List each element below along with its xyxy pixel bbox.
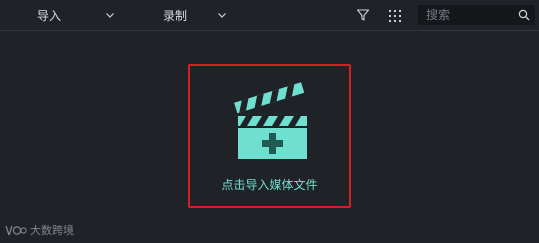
watermark: 大数跨境 <box>5 222 74 238</box>
dropzone-label: 点击导入媒体文件 <box>221 178 318 192</box>
search-box <box>418 5 535 25</box>
watermark-logo-icon <box>5 225 27 236</box>
import-label: 导入 <box>37 8 62 23</box>
chevron-down-icon <box>106 13 114 18</box>
top-toolbar: 导入 录制 <box>0 0 539 30</box>
search-input[interactable] <box>418 5 518 25</box>
record-dropdown[interactable]: 录制 <box>150 0 250 30</box>
search-icon[interactable] <box>518 9 530 21</box>
chevron-down-icon <box>218 13 226 18</box>
toolbar-divider <box>0 30 539 31</box>
import-media-dropzone[interactable]: 点击导入媒体文件 <box>188 64 351 208</box>
record-label: 录制 <box>163 8 188 23</box>
import-dropdown[interactable]: 导入 <box>24 0 124 30</box>
filter-icon[interactable] <box>356 8 370 22</box>
watermark-text: 大数跨境 <box>30 224 74 237</box>
grid-view-icon[interactable] <box>388 9 402 23</box>
clapperboard-add-icon <box>234 82 307 159</box>
